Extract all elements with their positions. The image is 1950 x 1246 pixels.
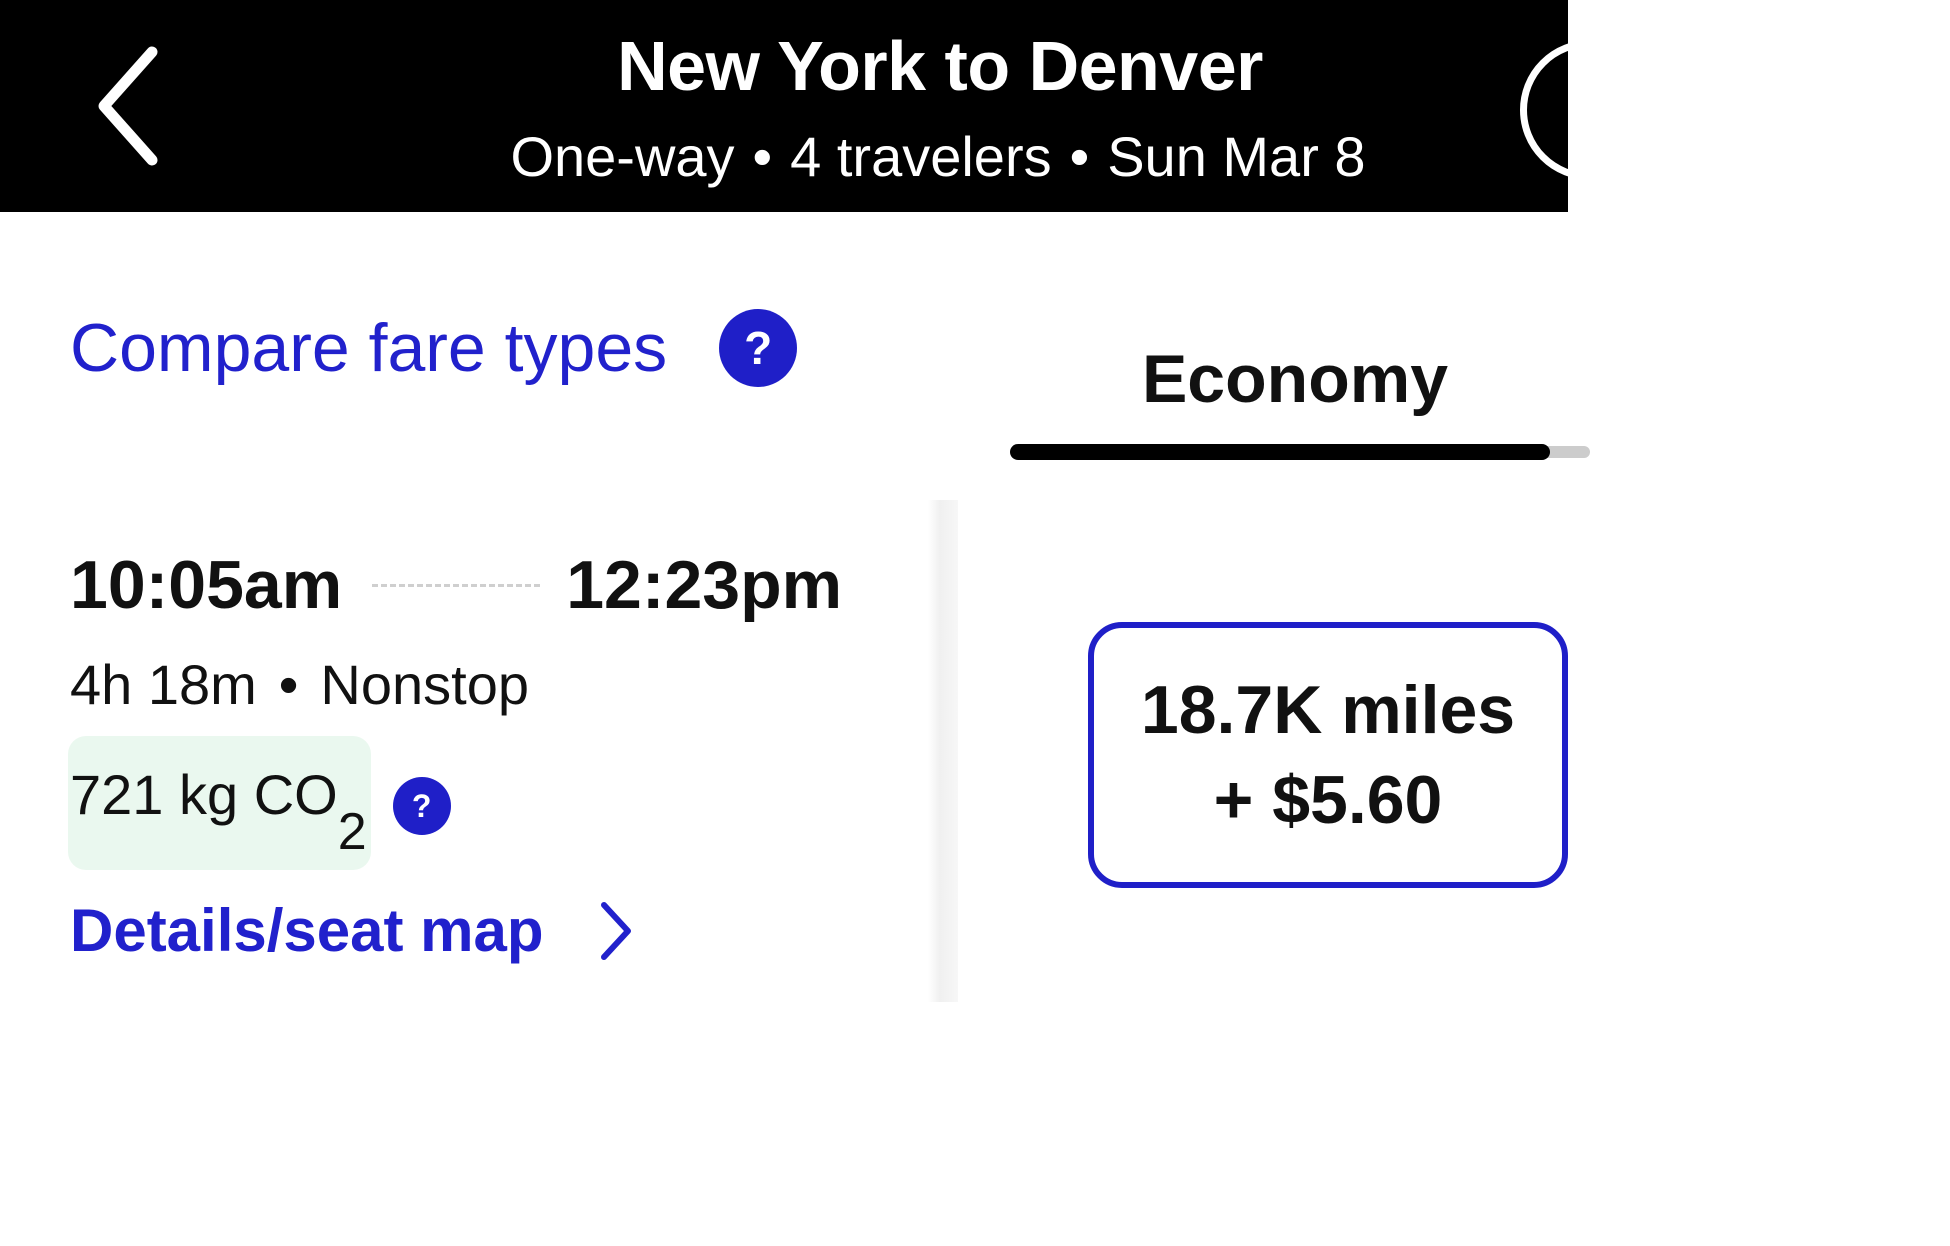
travel-date: Sun Mar 8	[1107, 125, 1366, 188]
route-dashed-line	[372, 583, 541, 587]
separator-dot: •	[752, 125, 773, 188]
economy-fare-button[interactable]: 18.7K miles + $5.60	[1088, 622, 1568, 888]
co2-value: 721 kg CO	[70, 763, 338, 826]
co2-help-icon[interactable]: ?	[392, 777, 451, 835]
tab-economy-label: Economy	[1141, 341, 1449, 417]
help-icon[interactable]: ?	[719, 309, 798, 387]
compare-fare-types-link[interactable]: Compare fare types ?	[70, 308, 798, 388]
flight-stops: Nonstop	[320, 653, 529, 716]
tab-economy[interactable]: Economy	[1010, 336, 1590, 466]
flight-times: 10:05am 12:23pm	[70, 546, 842, 624]
details-seat-map-link[interactable]: Details/seat map	[70, 896, 634, 965]
compare-fare-types-label: Compare fare types	[70, 310, 668, 386]
column-divider	[928, 500, 958, 1002]
chevron-right-icon	[600, 901, 631, 960]
details-seat-map-label: Details/seat map	[70, 897, 544, 964]
fare-miles: 18.7K miles	[1140, 672, 1516, 748]
co2-badge: 721 kg CO 2	[68, 736, 371, 870]
separator-dot: •	[278, 653, 299, 716]
top-header: New York to Denver One-way • 4 travelers • S…	[0, 0, 1660, 212]
traveler-count: 4 travelers	[790, 125, 1052, 188]
depart-time: 10:05am	[70, 547, 343, 623]
separator-dot: •	[1069, 125, 1090, 188]
co2-emissions-row: 721 kg CO 2 ?	[68, 736, 451, 870]
fare-cash: + $5.60	[1213, 762, 1443, 838]
header-action-button[interactable]	[1520, 40, 1660, 180]
flight-duration: 4h 18m	[70, 653, 257, 716]
co2-subscript: 2	[337, 803, 367, 861]
arrive-time: 12:23pm	[566, 547, 843, 623]
tab-selected-indicator	[1010, 444, 1550, 460]
flight-duration-stops: 4h 18m • Nonstop	[70, 652, 529, 717]
trip-type: One-way	[510, 125, 735, 188]
